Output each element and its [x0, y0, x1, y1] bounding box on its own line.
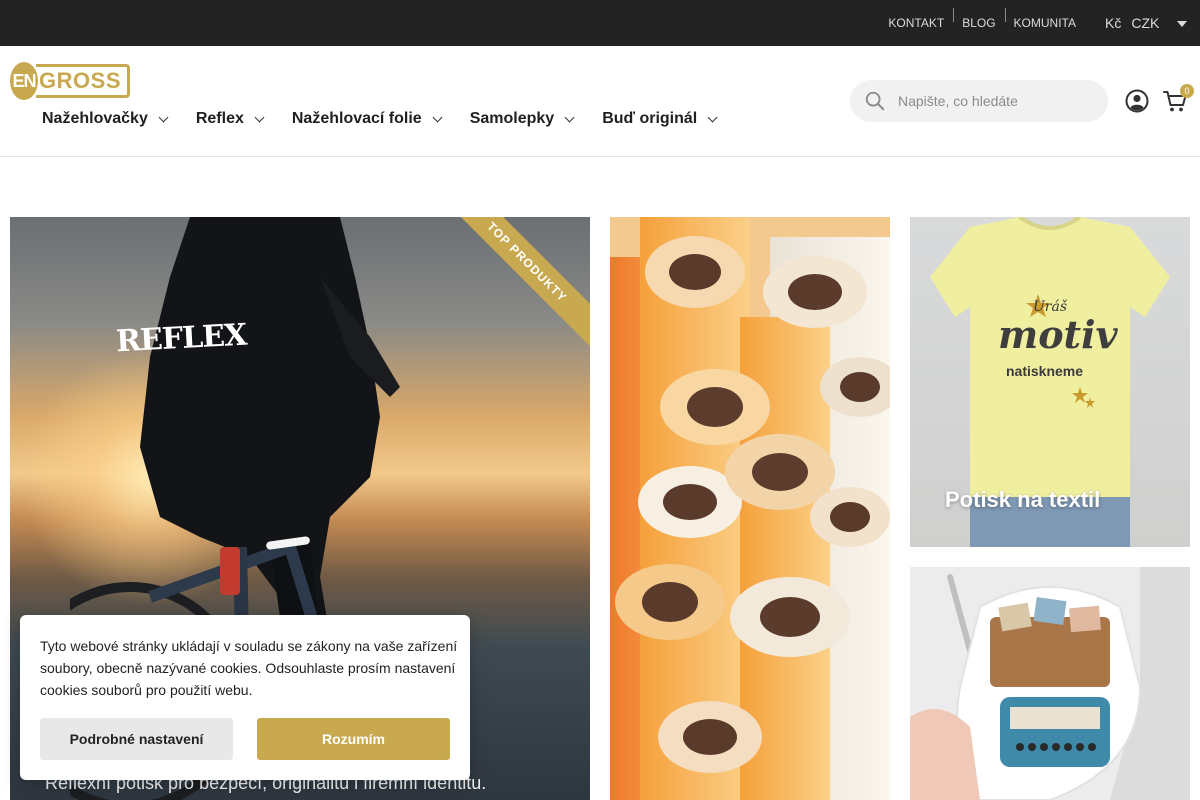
- nav-item-bud-original[interactable]: Buď originál: [602, 110, 718, 128]
- chevron-down-icon: [432, 112, 443, 122]
- nav-item-label: Reflex: [195, 110, 244, 127]
- search-box[interactable]: [850, 80, 1108, 122]
- nav-item-label: Nažehlovací folie: [291, 110, 422, 127]
- reflex-brand-logo: REFLEX: [115, 317, 248, 360]
- cookie-accept-button[interactable]: Rozumím: [257, 718, 450, 760]
- site-logo[interactable]: EN GROSS: [10, 60, 130, 102]
- nav-item-label: Buď originál: [602, 110, 698, 127]
- logo-en: EN: [10, 62, 39, 100]
- user-icon[interactable]: [1125, 89, 1149, 113]
- search-input[interactable]: [898, 93, 1098, 109]
- cookie-consent-dialog: Tyto webové stránky ukládají v souladu s…: [20, 615, 470, 780]
- caret-down-icon: [1177, 21, 1188, 27]
- tile-label-potisk: Potisk na textil: [945, 487, 1101, 512]
- top-bar: KONTAKT BLOG KOMUNITA Kč CZK: [0, 0, 1200, 46]
- search-icon[interactable]: [864, 90, 886, 112]
- top-products-ribbon: TOP PRODUKTY: [435, 217, 590, 354]
- cart-count-badge: 0: [1180, 84, 1194, 98]
- film-rolls-image: [610, 217, 890, 800]
- sticker-image: [910, 567, 1190, 800]
- main-nav: Nažehlovačky Reflex Nažehlovací folie Sa…: [42, 110, 745, 128]
- nav-item-label: Nažehlovačky: [42, 110, 148, 127]
- nav-item-nazehlovaci-folie[interactable]: Nažehlovací folie: [291, 110, 443, 128]
- nav-item-reflex[interactable]: Reflex: [195, 110, 265, 128]
- currency-switcher[interactable]: Kč CZK: [1105, 15, 1188, 31]
- cookie-consent-text: Tyto webové stránky ukládají v souladu s…: [40, 638, 458, 698]
- top-link-blog[interactable]: BLOG: [953, 8, 1004, 30]
- currency-code: CZK: [1131, 15, 1160, 31]
- shirt-print-big: motiv: [998, 312, 1118, 357]
- nav-item-label: Samolepky: [469, 110, 555, 127]
- tile-potisk-na-textil[interactable]: Uráš motiv natiskneme Potisk na textil: [910, 217, 1190, 547]
- chevron-down-icon: [158, 112, 169, 122]
- shirt-print-mid: natiskneme: [1006, 363, 1084, 379]
- nav-item-samolepky[interactable]: Samolepky: [469, 110, 575, 128]
- top-link-komunita[interactable]: KOMUNITA: [1004, 8, 1085, 30]
- top-link-kontakt[interactable]: KONTAKT: [879, 16, 953, 30]
- tile-nazehlovaci-folie[interactable]: [610, 217, 890, 800]
- tile-samolepky[interactable]: [910, 567, 1190, 800]
- chevron-down-icon: [564, 112, 575, 122]
- logo-gross: GROSS: [36, 64, 130, 98]
- chevron-down-icon: [254, 112, 265, 122]
- top-links: KONTAKT BLOG KOMUNITA: [879, 0, 1085, 46]
- site-header: EN GROSS Nažehlovačky Reflex Nažehlovací…: [0, 46, 1200, 157]
- nav-item-nazehlovacky[interactable]: Nažehlovačky: [42, 110, 169, 128]
- currency-symbol: Kč: [1105, 15, 1122, 31]
- cookie-settings-button[interactable]: Podrobné nastavení: [40, 718, 233, 760]
- chevron-down-icon: [707, 112, 718, 122]
